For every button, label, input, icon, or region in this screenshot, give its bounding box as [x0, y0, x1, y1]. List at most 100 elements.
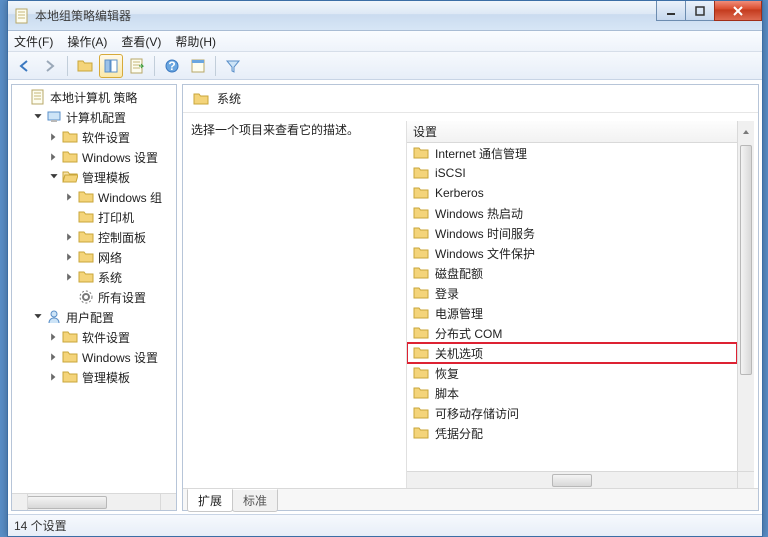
tree-windows-components[interactable]: Windows 组	[12, 187, 176, 207]
folder-icon	[62, 129, 78, 145]
tab-extended[interactable]: 扩展	[187, 489, 233, 512]
list-item[interactable]: 恢复	[407, 363, 737, 383]
list-item[interactable]: 电源管理	[407, 303, 737, 323]
export-button[interactable]	[125, 54, 149, 78]
folder-icon	[413, 305, 429, 321]
up-button[interactable]	[73, 54, 97, 78]
list-item-label: 关机选项	[435, 345, 483, 362]
maximize-button[interactable]	[685, 1, 715, 21]
list-item[interactable]: Internet 通信管理	[407, 143, 737, 163]
properties-button[interactable]	[186, 54, 210, 78]
tree-all-settings[interactable]: 所有设置	[12, 287, 176, 307]
folder-icon	[78, 249, 94, 265]
filter-button[interactable]	[221, 54, 245, 78]
list-item[interactable]: 凭据分配	[407, 423, 737, 443]
folder-icon	[413, 185, 429, 201]
computer-icon	[46, 109, 62, 125]
tree-windows-settings[interactable]: Windows 设置	[12, 147, 176, 167]
folder-icon	[413, 225, 429, 241]
folder-icon	[413, 365, 429, 381]
app-window: 本地组策略编辑器 文件(F) 操作(A) 查看(V) 帮助(H) ?	[7, 0, 763, 537]
back-button[interactable]	[12, 54, 36, 78]
list-item-label: 凭据分配	[435, 425, 483, 442]
list-item[interactable]: 分布式 COM	[407, 323, 737, 343]
tree-admin-templates[interactable]: 管理模板	[12, 167, 176, 187]
list-item-label: 可移动存储访问	[435, 405, 519, 422]
folder-icon	[78, 229, 94, 245]
folder-icon	[413, 265, 429, 281]
tree-network[interactable]: 网络	[12, 247, 176, 267]
menu-view[interactable]: 查看(V)	[121, 33, 161, 50]
menu-help[interactable]: 帮助(H)	[175, 33, 216, 50]
tree-pane: 本地计算机 策略 计算机配置 软件设置 Windows 设置	[11, 84, 177, 511]
details-title: 系统	[217, 90, 241, 107]
folder-icon	[62, 369, 78, 385]
show-tree-button[interactable]	[99, 54, 123, 78]
folder-icon	[78, 209, 94, 225]
list-vscrollbar[interactable]	[737, 143, 754, 471]
tree-root[interactable]: 本地计算机 策略	[12, 87, 176, 107]
policy-icon	[30, 89, 46, 105]
minimize-button[interactable]	[656, 1, 686, 21]
list-item[interactable]: Windows 热启动	[407, 203, 737, 223]
list-item[interactable]: 磁盘配额	[407, 263, 737, 283]
folder-icon	[413, 165, 429, 181]
list-item[interactable]: Windows 时间服务	[407, 223, 737, 243]
list-item[interactable]: 关机选项	[407, 343, 737, 363]
tree-u-windows-settings[interactable]: Windows 设置	[12, 347, 176, 367]
list-hscrollbar[interactable]	[407, 471, 737, 488]
tree-u-admin-templates[interactable]: 管理模板	[12, 367, 176, 387]
folder-icon	[413, 425, 429, 441]
app-icon	[14, 8, 30, 24]
titlebar[interactable]: 本地组策略编辑器	[8, 1, 762, 31]
svg-text:?: ?	[168, 59, 175, 73]
details-header: 系统	[183, 85, 758, 113]
list-item-label: Windows 文件保护	[435, 245, 535, 262]
tree-system[interactable]: 系统	[12, 267, 176, 287]
list-item[interactable]: Windows 文件保护	[407, 243, 737, 263]
tree-hscrollbar[interactable]	[12, 493, 176, 510]
list-item[interactable]: 脚本	[407, 383, 737, 403]
list-item[interactable]: iSCSI	[407, 163, 737, 183]
user-icon	[46, 309, 62, 325]
menubar: 文件(F) 操作(A) 查看(V) 帮助(H)	[8, 31, 762, 52]
menu-action[interactable]: 操作(A)	[67, 33, 107, 50]
tree-u-software-settings[interactable]: 软件设置	[12, 327, 176, 347]
list-item-label: 恢复	[435, 365, 459, 382]
folder-icon	[78, 189, 94, 205]
list-item-label: Kerberos	[435, 186, 484, 200]
list-item[interactable]: 可移动存储访问	[407, 403, 737, 423]
tab-standard[interactable]: 标准	[232, 489, 278, 512]
list-item-label: 磁盘配额	[435, 265, 483, 282]
statusbar: 14 个设置	[8, 514, 762, 536]
list-item-label: iSCSI	[435, 166, 466, 180]
folder-icon	[413, 285, 429, 301]
list-item-label: Windows 热启动	[435, 205, 523, 222]
folder-icon	[193, 91, 209, 107]
view-tabs: 扩展 标准	[183, 488, 758, 510]
list-item[interactable]: Kerberos	[407, 183, 737, 203]
folder-icon	[413, 145, 429, 161]
list-item-label: 分布式 COM	[435, 325, 502, 342]
folder-icon	[62, 329, 78, 345]
tree-user-config[interactable]: 用户配置	[12, 307, 176, 327]
tree-control-panel[interactable]: 控制面板	[12, 227, 176, 247]
tree-printers[interactable]: 打印机	[12, 207, 176, 227]
list-item-label: Internet 通信管理	[435, 145, 527, 162]
help-button[interactable]: ?	[160, 54, 184, 78]
tree-software-settings[interactable]: 软件设置	[12, 127, 176, 147]
close-button[interactable]	[714, 1, 762, 21]
list-header[interactable]: 设置	[407, 121, 754, 143]
column-settings[interactable]: 设置	[407, 123, 437, 140]
tree-computer-config[interactable]: 计算机配置	[12, 107, 176, 127]
folder-icon	[413, 205, 429, 221]
list-item[interactable]: 登录	[407, 283, 737, 303]
folder-icon	[413, 385, 429, 401]
forward-button[interactable]	[38, 54, 62, 78]
description-text: 选择一个项目来查看它的描述。	[191, 121, 406, 488]
menu-file[interactable]: 文件(F)	[14, 33, 53, 50]
gear-icon	[78, 289, 94, 305]
list-item-label: Windows 时间服务	[435, 225, 535, 242]
folder-icon	[413, 325, 429, 341]
list-item-label: 脚本	[435, 385, 459, 402]
